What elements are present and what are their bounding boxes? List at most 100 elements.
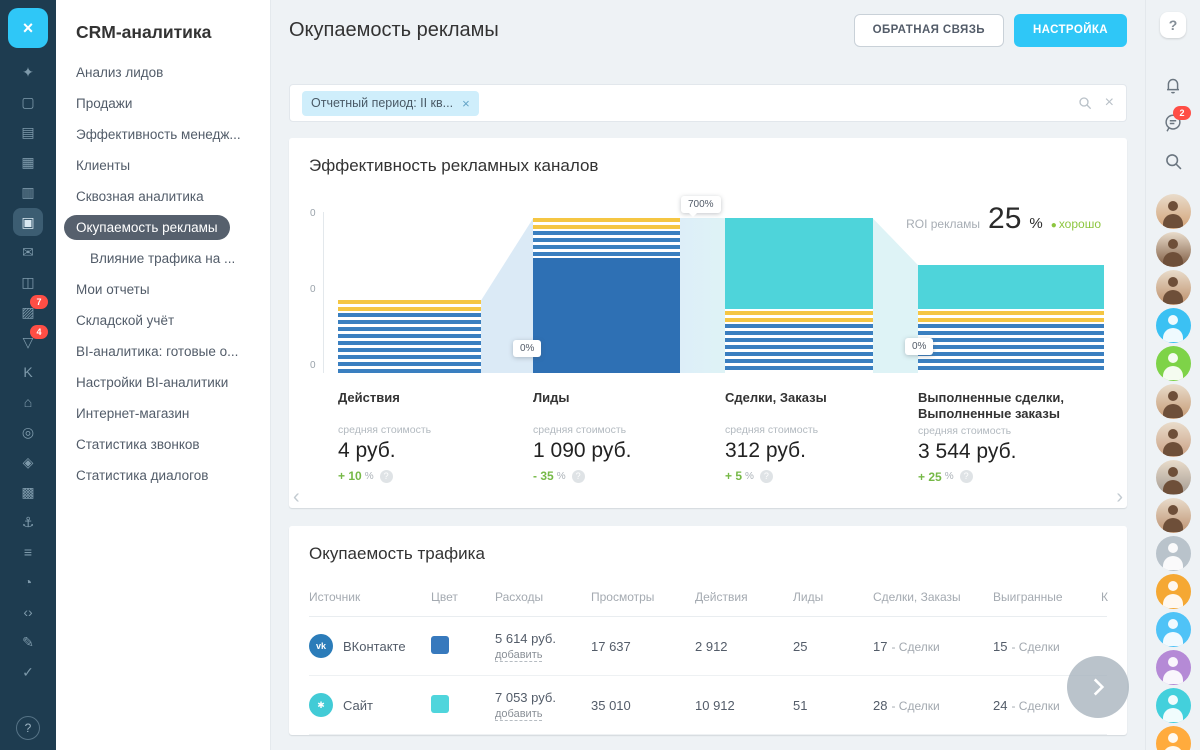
column-header: Источник [309,590,431,604]
feedback-button[interactable]: ОБРАТНАЯ СВЯЗЬ [854,14,1004,47]
sidebar-item[interactable]: Мои отчеты [56,274,270,305]
user-avatar[interactable] [1156,650,1191,685]
quality-icon[interactable]: ✓ [13,658,43,686]
tasks-icon[interactable]: ▨7 [13,298,43,326]
filter-chip[interactable]: Отчетный период: II кв... × [302,91,479,116]
user-avatar[interactable] [1156,536,1191,571]
deals-value: 28- Сделки [873,698,993,713]
sidebar-item[interactable]: Статистика звонков [56,429,270,460]
stage-name: Сделки, Заказы [725,390,905,422]
table-row[interactable]: ✱Сайт7 053 руб.добавить35 01010 9125128-… [309,676,1107,735]
avatar-stack [1156,194,1191,750]
chip-remove-icon[interactable]: × [462,96,470,111]
notification-badge: 7 [30,295,48,309]
carousel-next-icon[interactable]: › [1116,486,1123,509]
sidebar-item[interactable]: Анализ лидов [56,57,270,88]
mail-icon[interactable]: ✉ [13,238,43,266]
sidebar-item[interactable]: Продажи [56,88,270,119]
sidebar-item[interactable]: Сквозная аналитика [56,181,270,212]
drive-icon[interactable]: ▣ [13,208,43,236]
solid-teal-segment [725,218,873,309]
sidebar-item[interactable]: Настройки BI-аналитики [56,367,270,398]
sidebar-item-label: Эффективность менедж... [76,127,241,142]
teams-icon[interactable]: ◫ [13,268,43,296]
delivery-icon[interactable]: ⚓ [13,508,43,536]
column-header: Выигранные [993,590,1101,604]
user-avatar[interactable] [1156,460,1191,495]
user-avatar[interactable] [1156,612,1191,647]
company-icon[interactable]: ⌂ [13,388,43,416]
edit-icon[interactable]: ✎ [13,628,43,656]
sidebar-item[interactable]: Статистика диалогов [56,460,270,491]
traffic-payback-card: Окупаемость трафика ИсточникЦветРасходыП… [289,526,1127,735]
warehouse-icon[interactable]: ▩ [13,478,43,506]
sidebar-item[interactable]: Эффективность менедж... [56,119,270,150]
carousel-prev-icon[interactable]: ‹ [293,486,300,509]
close-menu-button[interactable]: × [8,8,48,48]
help-icon[interactable]: ? [760,470,773,483]
filter-actions: × [1077,94,1114,112]
user-avatar[interactable] [1156,498,1191,533]
sidebar-item[interactable]: BI-аналитика: готовые о... [56,336,270,367]
knowledge-base-icon[interactable]: ≡ [13,538,43,566]
user-avatar[interactable] [1156,194,1191,229]
avg-cost-value: 3 544 руб. [918,440,1118,464]
documents-icon[interactable]: ▥ [13,178,43,206]
y-axis [323,212,324,373]
settings-button[interactable]: НАСТРОЙКА [1014,14,1127,47]
sidebar-item[interactable]: Складской учёт [56,305,270,336]
search-icon[interactable] [1077,95,1093,111]
user-avatar[interactable] [1156,384,1191,419]
user-avatar[interactable] [1156,308,1191,343]
rail-help-icon[interactable]: ? [16,716,40,740]
help-icon[interactable]: ? [572,470,585,483]
shop-icon[interactable]: ◈ [13,448,43,476]
automation-icon[interactable]: ◎ [13,418,43,446]
add-expense-link[interactable]: добавить [495,708,542,721]
sidebar-item[interactable]: Окупаемость рекламы [56,212,270,243]
chat-icon[interactable]: 2 [1160,110,1186,136]
sidebar-item-label: Интернет-магазин [76,406,189,421]
pulse-icon[interactable]: ✦ [13,58,43,86]
filter-search-bar[interactable]: Отчетный период: II кв... × × [289,84,1127,122]
filter-clear-icon[interactable]: × [1105,94,1114,112]
user-avatar[interactable] [1156,422,1191,457]
funnel-bar-leads[interactable] [533,212,680,376]
funnel-bar-actions[interactable] [338,212,481,376]
funnel-bar-won[interactable] [918,212,1104,376]
desktop-icon[interactable]: ▢ [13,88,43,116]
user-avatar[interactable] [1156,346,1191,381]
delta-unit: % [557,471,566,482]
user-avatar[interactable] [1156,726,1191,750]
funnel-stage-info: Лидысредняя стоимость1 090 руб.- 35%? [533,390,713,483]
notifications-bell-icon[interactable] [1160,72,1186,98]
sidebar-item[interactable]: Интернет-магазин [56,398,270,429]
stripe-blue [725,324,873,373]
column-header: К [1101,590,1108,604]
messenger-icon[interactable]: ▤ [13,118,43,146]
funnel-bar-deals[interactable] [725,212,873,376]
table-scroll-right-button[interactable] [1067,656,1129,718]
sidebar-item[interactable]: Клиенты [56,150,270,181]
user-avatar[interactable] [1156,232,1191,267]
stage-name: Действия [338,390,518,422]
developer-icon[interactable]: ‹› [13,598,43,626]
stripe-yellow [338,300,481,313]
user-avatar[interactable] [1156,574,1191,609]
add-expense-link[interactable]: добавить [495,649,542,662]
help-icon[interactable]: ? [380,470,393,483]
user-avatar[interactable] [1156,270,1191,305]
analytics-icon[interactable]: ◔ [13,568,43,596]
crm-icon[interactable]: ▽4 [13,328,43,356]
search-icon[interactable] [1160,148,1186,174]
main-content: Окупаемость рекламы ОБРАТНАЯ СВЯЗЬ НАСТР… [271,0,1145,750]
calendar-icon[interactable]: ▦ [13,148,43,176]
help-icon[interactable]: ? [960,470,973,483]
channels-efficiency-card: Эффективность рекламных каналов ROI рекл… [289,138,1127,508]
marketing-icon[interactable]: K [13,358,43,386]
table-row[interactable]: vkВКонтакте5 614 руб.добавить17 6372 912… [309,617,1107,676]
sidebar-item[interactable]: Влияние трафика на ... [56,243,270,274]
user-avatar[interactable] [1156,688,1191,723]
helpdesk-button[interactable]: ? [1160,12,1186,38]
sidebar-item-label: Влияние трафика на ... [90,251,235,266]
